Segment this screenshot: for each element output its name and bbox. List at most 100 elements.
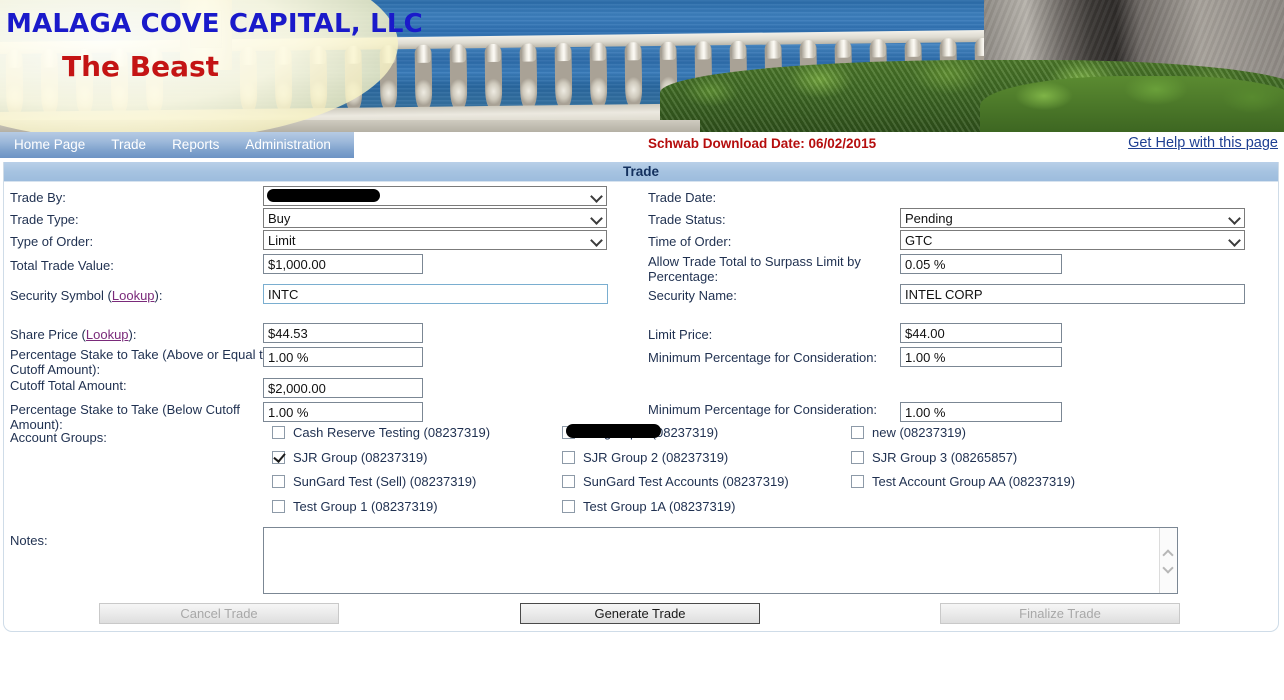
account-group-row[interactable]: SunGard Test Accounts (08237319) bbox=[562, 474, 789, 489]
label-surpass-limit: Allow Trade Total to Surpass Limit by Pe… bbox=[648, 254, 861, 284]
account-group-row[interactable]: Test Account Group AA (08237319) bbox=[851, 474, 1075, 489]
baluster bbox=[624, 42, 643, 109]
label-min-pct-below: Minimum Percentage for Consideration: bbox=[648, 402, 878, 417]
baluster bbox=[414, 44, 433, 111]
finalize-trade-button[interactable]: Finalize Trade bbox=[940, 603, 1180, 624]
pct-stake-below-input[interactable] bbox=[263, 402, 423, 422]
label-security-name: Security Name: bbox=[648, 288, 737, 303]
label-trade-by: Trade By: bbox=[10, 190, 66, 205]
label-share-price-text-end: ): bbox=[128, 327, 137, 342]
label-cutoff-total-amount: Cutoff Total Amount: bbox=[10, 378, 127, 393]
account-group-checkbox[interactable] bbox=[851, 450, 864, 464]
account-group-label[interactable]: Cash Reserve Testing (08237319) bbox=[293, 425, 490, 440]
account-group-label[interactable]: SJR Group 3 (08265857) bbox=[872, 450, 1017, 465]
label-total-trade-value: Total Trade Value: bbox=[10, 258, 114, 273]
account-group-checkbox[interactable] bbox=[272, 499, 285, 513]
label-trade-type: Trade Type: bbox=[10, 212, 79, 227]
label-type-of-order: Type of Order: bbox=[10, 234, 94, 249]
chevron-down-icon bbox=[590, 189, 604, 203]
notes-scrollbar[interactable] bbox=[1159, 528, 1177, 593]
baluster bbox=[554, 43, 573, 110]
label-min-pct-above: Minimum Percentage for Consideration: bbox=[648, 350, 878, 365]
label-security-symbol: Security Symbol (Lookup): bbox=[10, 288, 162, 303]
label-trade-status: Trade Status: bbox=[648, 212, 726, 227]
nav-reports[interactable]: Reports bbox=[159, 132, 232, 158]
green-hedge-foreground bbox=[980, 76, 1284, 132]
get-help-link[interactable]: Get Help with this page bbox=[1128, 135, 1278, 151]
chevron-down-icon bbox=[1228, 211, 1242, 225]
account-group-label[interactable]: Test Group 1 (08237319) bbox=[293, 499, 438, 514]
cutoff-total-amount-input[interactable] bbox=[263, 378, 423, 398]
min-pct-above-input[interactable] bbox=[900, 347, 1062, 367]
account-group-checkbox[interactable] bbox=[562, 499, 575, 513]
account-group-row[interactable]: Test Group 1A (08237319) bbox=[562, 499, 736, 514]
page-bottom-spacer bbox=[0, 632, 1284, 700]
account-group-label[interactable]: SunGard Test (Sell) (08237319) bbox=[293, 474, 476, 489]
account-group-label[interactable]: SJR Group 2 (08237319) bbox=[583, 450, 728, 465]
account-group-row[interactable]: SJR Group 3 (08265857) bbox=[851, 450, 1017, 465]
label-security-symbol-text: Security Symbol ( bbox=[10, 288, 112, 303]
account-group-checkbox[interactable] bbox=[851, 426, 864, 439]
pct-stake-above-input[interactable] bbox=[263, 347, 423, 367]
label-share-price: Share Price (Lookup): bbox=[10, 327, 136, 342]
account-group-checkbox[interactable] bbox=[562, 475, 575, 488]
share-price-input[interactable] bbox=[263, 323, 423, 343]
main-navigation: Home Page Trade Reports Administration bbox=[0, 132, 355, 158]
cancel-trade-button[interactable]: Cancel Trade bbox=[99, 603, 339, 624]
site-banner: MALAGA COVE CAPITAL, LLC The Beast bbox=[0, 0, 1284, 132]
navigation-area: Home Page Trade Reports Administration Schw… bbox=[0, 132, 1284, 162]
surpass-limit-input[interactable] bbox=[900, 254, 1062, 274]
account-group-checkbox[interactable] bbox=[272, 475, 285, 488]
trade-type-select[interactable]: Buy bbox=[263, 208, 607, 228]
chevron-down-icon[interactable] bbox=[1163, 564, 1174, 572]
label-pct-stake-below: Percentage Stake to Take (Below Cutoff A… bbox=[10, 402, 241, 432]
share-price-lookup-link[interactable]: Lookup bbox=[86, 327, 129, 342]
type-of-order-value: Limit bbox=[268, 232, 296, 248]
label-limit-price: Limit Price: bbox=[648, 327, 713, 342]
schwab-download-date: Schwab Download Date: 06/02/2015 bbox=[648, 136, 877, 151]
label-share-price-text: Share Price ( bbox=[10, 327, 86, 342]
baluster bbox=[519, 43, 538, 110]
total-trade-value-input[interactable] bbox=[263, 254, 423, 274]
account-group-row[interactable]: Cash Reserve Testing (08237319) bbox=[272, 425, 490, 440]
account-group-checkbox[interactable] bbox=[851, 475, 864, 488]
baluster bbox=[484, 43, 503, 111]
company-tagline: The Beast bbox=[62, 50, 220, 83]
account-group-row[interactable]: SJR Group 2 (08237319) bbox=[562, 450, 728, 465]
account-group-row[interactable]: new (08237319) bbox=[851, 425, 966, 440]
security-name-input[interactable] bbox=[900, 284, 1245, 304]
account-group-label[interactable]: SunGard Test Accounts (08237319) bbox=[583, 474, 789, 489]
account-group-row[interactable]: SunGard Test (Sell) (08237319) bbox=[272, 474, 476, 489]
security-symbol-input[interactable] bbox=[263, 284, 608, 304]
account-group-checkbox[interactable] bbox=[562, 450, 575, 464]
generate-trade-button[interactable]: Generate Trade bbox=[520, 603, 760, 624]
notes-textarea[interactable] bbox=[263, 527, 1178, 594]
trade-status-value: Pending bbox=[905, 210, 953, 226]
account-group-row[interactable]: Test Group 1 (08237319) bbox=[272, 499, 438, 514]
baluster bbox=[589, 42, 608, 109]
nav-trade[interactable]: Trade bbox=[98, 132, 159, 158]
nav-home-page[interactable]: Home Page bbox=[14, 132, 98, 158]
account-group-checkbox[interactable] bbox=[272, 426, 285, 439]
time-of-order-select[interactable]: GTC bbox=[900, 230, 1245, 250]
account-group-row[interactable]: SJR Group (08237319) bbox=[272, 450, 427, 465]
company-name: MALAGA COVE CAPITAL, LLC bbox=[6, 9, 423, 39]
account-group-label[interactable]: Test Group 1A (08237319) bbox=[583, 499, 736, 514]
label-notes: Notes: bbox=[10, 533, 48, 548]
account-group-label[interactable]: SJR Group (08237319) bbox=[293, 450, 427, 465]
trade-status-select[interactable]: Pending bbox=[900, 208, 1245, 228]
chevron-up-icon[interactable] bbox=[1163, 549, 1174, 557]
account-group-label[interactable]: new (08237319) bbox=[872, 425, 966, 440]
type-of-order-select[interactable]: Limit bbox=[263, 230, 607, 250]
min-pct-below-input[interactable] bbox=[900, 402, 1062, 422]
account-group-checkbox[interactable] bbox=[272, 450, 285, 464]
limit-price-input[interactable] bbox=[900, 323, 1062, 343]
chevron-down-icon bbox=[590, 233, 604, 247]
security-symbol-lookup-link[interactable]: Lookup bbox=[112, 288, 155, 303]
redaction-trade-by bbox=[267, 189, 380, 202]
nav-administration[interactable]: Administration bbox=[232, 132, 344, 158]
redaction-account-group bbox=[566, 424, 661, 438]
account-group-label[interactable]: Test Account Group AA (08237319) bbox=[872, 474, 1075, 489]
label-account-groups: Account Groups: bbox=[10, 430, 107, 445]
label-time-of-order: Time of Order: bbox=[648, 234, 732, 249]
